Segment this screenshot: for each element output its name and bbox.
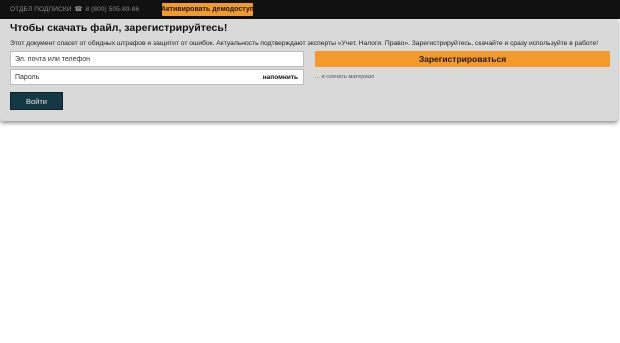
phone-number[interactable]: 8 (800) 505-89-86 [86, 6, 140, 13]
password-input[interactable] [11, 70, 303, 84]
phone-icon: ☎ [74, 6, 83, 13]
remind-password-link[interactable]: напомнить [263, 74, 298, 81]
panel-description: Этот документ спасет от обидных штрафов … [10, 40, 599, 47]
panel-title: Чтобы скачать файл, зарегистрируйтесь! [10, 22, 228, 34]
email-input[interactable] [11, 52, 303, 66]
email-field[interactable] [10, 51, 304, 67]
register-button[interactable]: Зарегистрироваться [315, 51, 610, 67]
subscription-contact: ОТДЕЛ ПОДПИСКИ ☎ 8 (800) 505-89-86 [10, 5, 139, 13]
login-button[interactable]: Войти [10, 92, 63, 110]
download-note: ... и скачать материал [315, 74, 375, 80]
activate-demo-button[interactable]: Активировать демодоступ [161, 3, 254, 16]
password-field[interactable]: напомнить [10, 69, 304, 85]
registration-panel: Чтобы скачать файл, зарегистрируйтесь! Э… [0, 19, 618, 121]
top-bar: ОТДЕЛ ПОДПИСКИ ☎ 8 (800) 505-89-86 Актив… [0, 0, 620, 19]
subscription-label: ОТДЕЛ ПОДПИСКИ [10, 6, 72, 13]
